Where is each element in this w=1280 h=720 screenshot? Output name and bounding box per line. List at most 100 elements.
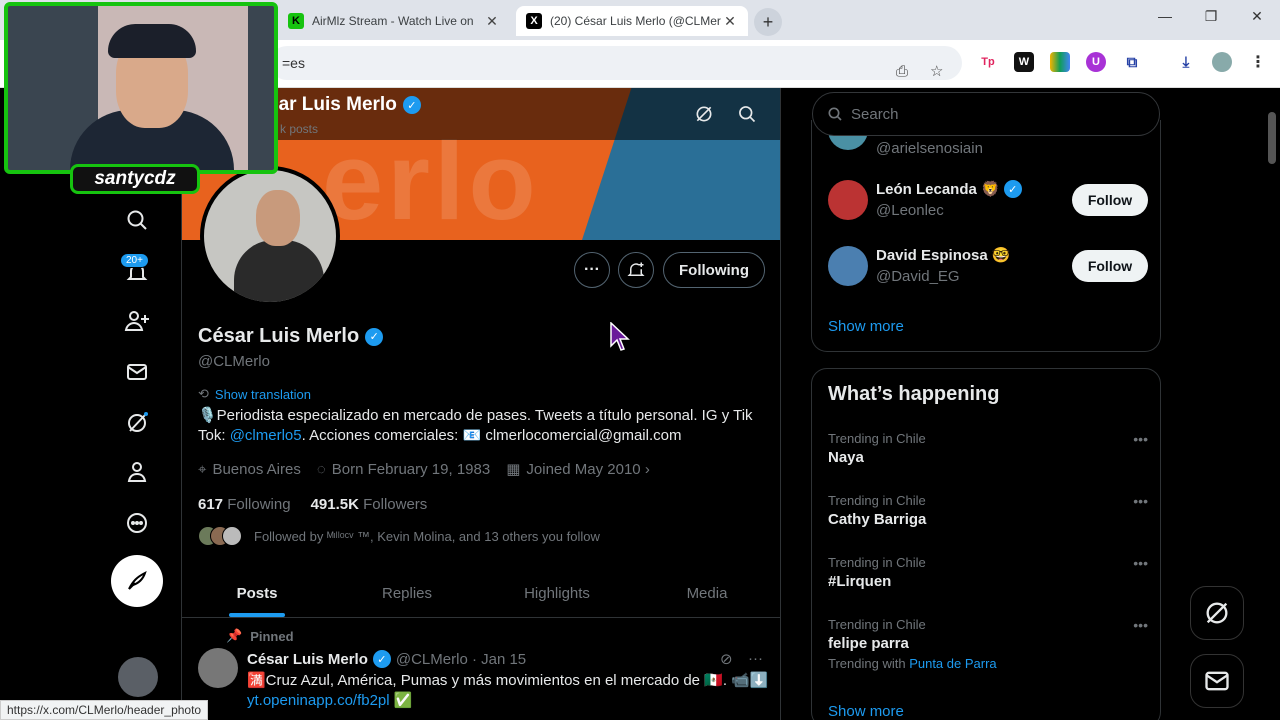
tab-x-profile[interactable]: X (20) César Luis Merlo (@CLMer ✕ (516, 6, 748, 36)
followed-by-text: Followed by ᴹᶦˡˡᵒᶜᵛ ™, Kevin Molina, and… (254, 528, 600, 544)
whats-happening-panel: What’s happening Trending in Chile Naya … (811, 368, 1161, 720)
page-scrollbar-thumb[interactable] (1268, 112, 1276, 164)
following-label: Following (227, 496, 291, 513)
tweet-grok-icon[interactable]: ⊘ (720, 650, 733, 668)
install-app-icon[interactable]: ⎙ (896, 55, 908, 89)
messages-floating-button[interactable] (1190, 654, 1244, 708)
tweet-author-name[interactable]: César Luis Merlo (247, 651, 368, 668)
subscribe-notifications-button[interactable] (618, 252, 654, 288)
trend-name: Cathy Barriga (828, 511, 927, 528)
show-translation-link[interactable]: ⟲ Show translation (198, 386, 311, 402)
show-translation-text: Show translation (214, 386, 312, 402)
new-tab-button[interactable]: + (754, 8, 782, 36)
suggested-user[interactable]: David Espinosa 🤓 @David_EG Follow (828, 242, 1148, 292)
messages-envelope-icon[interactable] (122, 357, 152, 387)
extension-tp-icon[interactable]: Tp (978, 52, 998, 72)
envelope-icon (1205, 671, 1229, 691)
tweet-more-icon[interactable]: ··· (748, 650, 763, 667)
following-stat[interactable]: 617 Following (198, 496, 291, 513)
user-handle: @arielsenosiain (876, 140, 983, 157)
tab-airmlz-stream[interactable]: K AirMlz Stream - Watch Live on ✕ (278, 6, 510, 36)
tab-title: AirMlz Stream - Watch Live on (312, 14, 474, 28)
trend-more-icon[interactable]: ••• (1133, 431, 1148, 447)
trend-item[interactable]: Trending in Chile felipe parra Trending … (828, 617, 1148, 671)
close-tab-icon[interactable]: ✕ (484, 13, 500, 30)
downloads-icon[interactable]: ⤓ (1176, 52, 1196, 72)
profile-avatar-icon[interactable] (1212, 52, 1232, 72)
header-search-icon[interactable] (735, 102, 759, 126)
tab-highlights[interactable]: Highlights (482, 570, 632, 617)
more-actions-button[interactable]: ··· (574, 252, 610, 288)
followers-stat[interactable]: 491.5K Followers (311, 496, 428, 513)
bookmark-star-icon[interactable]: ☆ (930, 55, 943, 89)
tweet-link[interactable]: yt.openinapp.co/fb2pl ✅ (247, 691, 412, 709)
trend-category: Trending in Chile (828, 555, 926, 570)
more-options-icon[interactable] (122, 508, 152, 538)
profile-person-icon[interactable] (122, 457, 152, 487)
user-name: David Espinosa 🤓 (876, 246, 1011, 264)
followers-count: 491.5K (310, 496, 359, 513)
trend-more-icon[interactable]: ••• (1133, 555, 1148, 571)
trend-name: felipe parra (828, 635, 909, 652)
bio-instagram-link[interactable]: @clmerlo5 (230, 427, 302, 444)
following-count: 617 (198, 496, 224, 513)
followed-by-row[interactable]: Followed by ᴹᶦˡˡᵒᶜᵛ ™, Kevin Molina, and… (198, 526, 600, 546)
avatar-head-shape (256, 190, 300, 246)
follow-button[interactable]: Follow (1072, 250, 1148, 282)
following-button[interactable]: Following (663, 252, 765, 288)
trends-title: What’s happening (828, 383, 1000, 405)
extension-w-icon[interactable]: W (1014, 52, 1034, 72)
suggested-user[interactable]: León Lecanda 🦁 ✓ @Leonlec Follow (828, 176, 1148, 226)
extension-color-icon[interactable] (1050, 52, 1070, 72)
grok-floating-button[interactable] (1190, 586, 1244, 640)
verified-badge-icon: ✓ (372, 650, 391, 668)
tab-posts[interactable]: Posts (182, 570, 332, 617)
browser-menu-icon[interactable]: ⋮ (1248, 52, 1268, 72)
trend-item[interactable]: Trending in Chile #Lirquen ••• (828, 555, 1148, 590)
grok-icon[interactable] (122, 408, 152, 438)
follow-people-icon[interactable] (122, 306, 152, 336)
tab-media[interactable]: Media (632, 570, 780, 617)
mutual-avatar (222, 526, 242, 546)
grok-icon (1206, 602, 1228, 624)
close-tab-icon[interactable]: ✕ (722, 13, 738, 30)
page-scrollbar-track[interactable] (1266, 88, 1280, 720)
location-item: ⌖ Buenos Aires (198, 461, 301, 478)
translate-icon: ⟲ (198, 386, 209, 401)
bio-text: . Acciones comerciales: 📧 clmerlocomerci… (301, 427, 682, 444)
tweet-author-avatar[interactable] (198, 648, 238, 688)
notifications-badge: 20+ (120, 253, 149, 268)
extension-u-icon[interactable]: U (1086, 52, 1106, 72)
grok-header-icon[interactable] (692, 102, 716, 126)
address-bar[interactable]: =es ⎙ ☆ (270, 46, 962, 80)
minimize-button[interactable]: — (1150, 8, 1180, 24)
trends-show-more-link[interactable]: Show more (828, 703, 904, 720)
tweet-text: 🈵Cruz Azul, América, Pumas y más movimie… (247, 672, 769, 689)
close-window-button[interactable]: ✕ (1242, 8, 1272, 25)
explore-search-icon[interactable] (122, 205, 152, 235)
tab-replies[interactable]: Replies (332, 570, 482, 617)
birthday-item: ◌ Born February 19, 1983 (317, 461, 490, 478)
profile-handle: @CLMerlo (198, 353, 270, 370)
followers-label: Followers (363, 496, 428, 513)
trend-with-link[interactable]: Punta de Parra (909, 656, 996, 671)
trend-more-icon[interactable]: ••• (1133, 493, 1148, 509)
ellipsis-icon: ··· (584, 261, 600, 278)
pinned-text: Pinned (250, 628, 294, 644)
joined-item[interactable]: ▦ Joined May 2010 › (506, 460, 650, 478)
streamer-name-label: santycdz (70, 164, 200, 194)
url-text: =es (282, 55, 305, 71)
extensions-puzzle-icon[interactable]: ⧉ (1122, 52, 1142, 72)
trend-more-icon[interactable]: ••• (1133, 617, 1148, 633)
profile-bio: 🎙️Periodista especializado en mercado de… (198, 406, 758, 446)
account-avatar[interactable] (118, 657, 158, 697)
restore-button[interactable]: ❐ (1196, 8, 1226, 25)
search-input[interactable]: Search (812, 92, 1160, 136)
trend-category: Trending in Chile (828, 493, 926, 508)
webcam-frame (4, 2, 278, 174)
trend-item[interactable]: Trending in Chile Naya ••• (828, 431, 1148, 466)
show-more-link[interactable]: Show more (828, 318, 904, 335)
compose-post-button[interactable] (111, 555, 163, 607)
trend-item[interactable]: Trending in Chile Cathy Barriga ••• (828, 493, 1148, 528)
follow-button[interactable]: Follow (1072, 184, 1148, 216)
